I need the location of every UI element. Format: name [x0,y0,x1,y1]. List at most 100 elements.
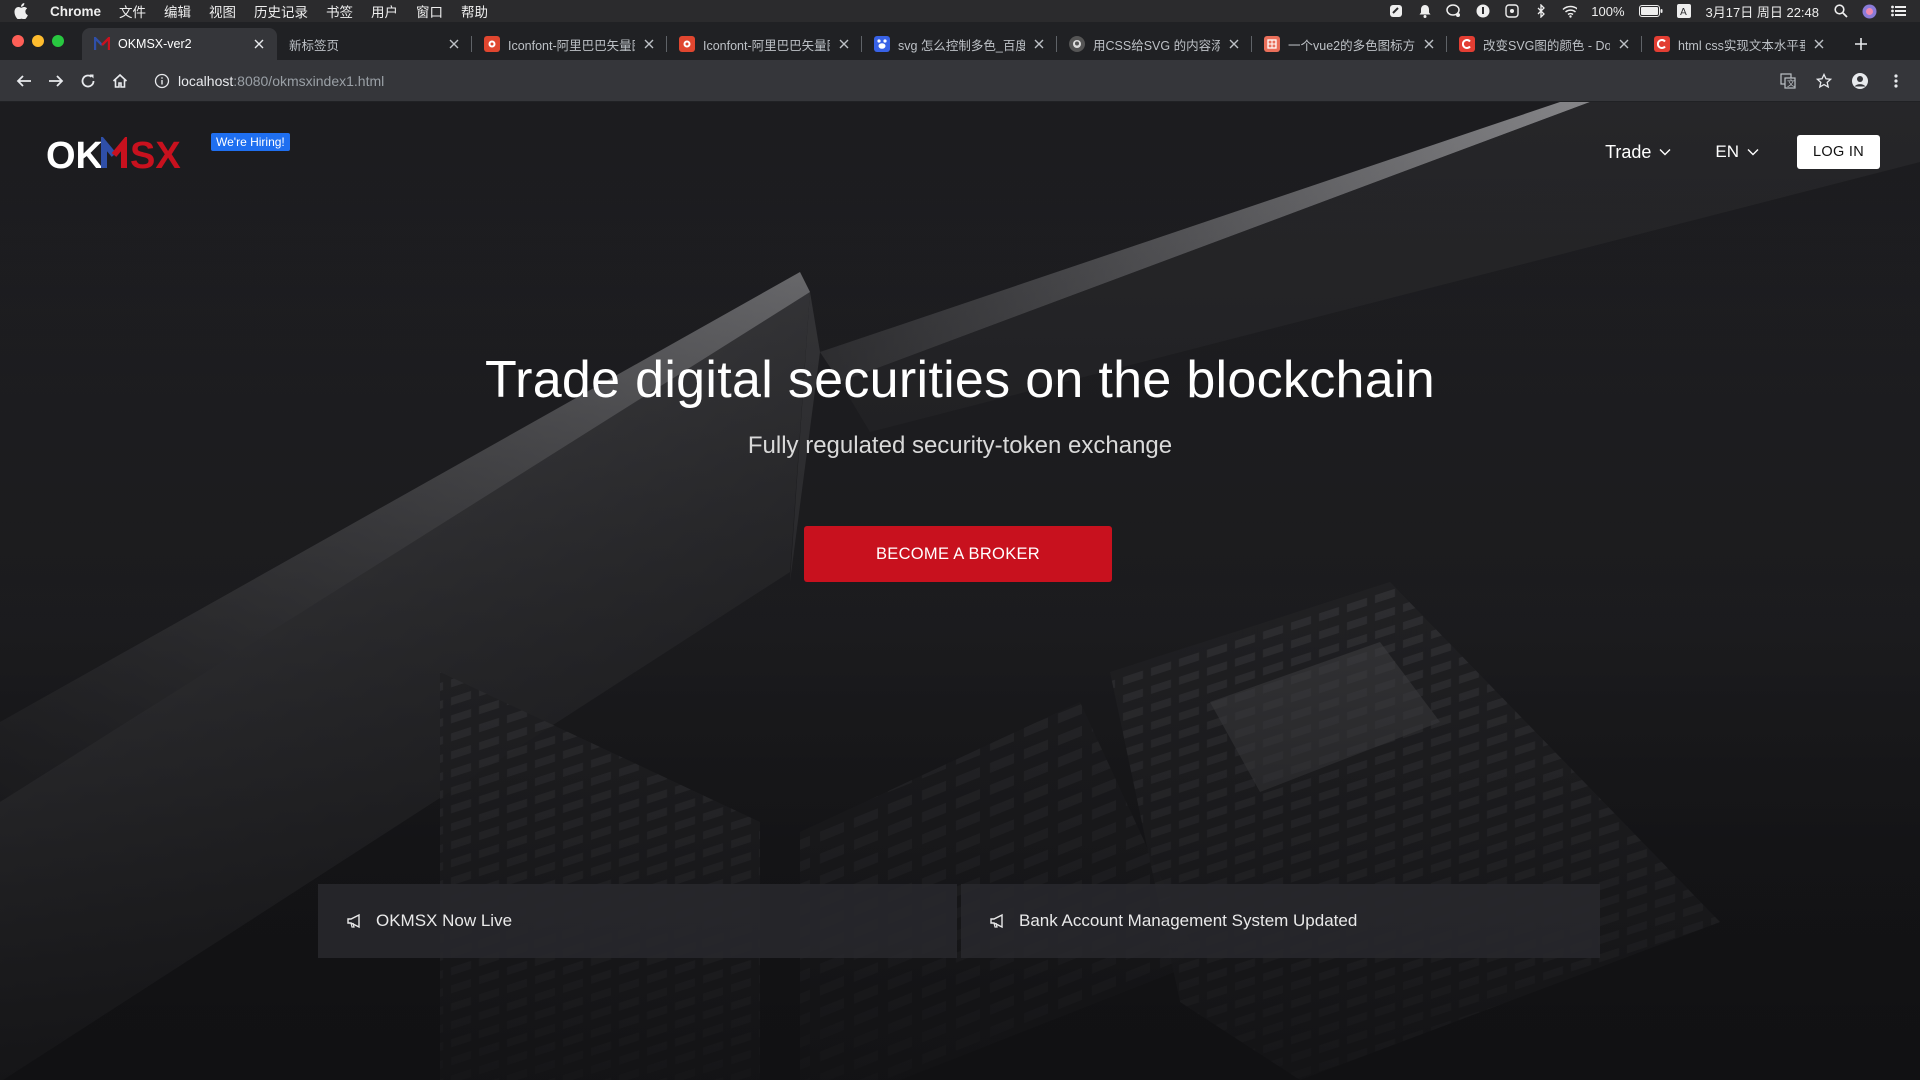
bluetooth-icon[interactable] [1533,4,1548,19]
menu-help[interactable]: 帮助 [461,1,488,21]
info-circle-icon[interactable] [1475,4,1490,19]
home-button[interactable] [104,65,136,97]
translate-button[interactable]: 文 [1772,65,1804,97]
reload-icon [81,74,95,87]
announcement-item[interactable]: OKMSX Now Live [318,884,957,958]
clock[interactable]: 3月17日 周日 22:48 [1706,2,1819,21]
trade-label: Trade [1605,141,1652,162]
menu-window[interactable]: 窗口 [416,1,443,21]
bell-icon[interactable] [1417,4,1432,19]
kebab-menu-icon [1894,73,1898,88]
apple-icon[interactable] [14,3,28,19]
back-button[interactable] [8,65,40,97]
home-icon [112,73,128,88]
window-controls [0,22,82,60]
macos-menu-bar: Chrome 文件 编辑 视图 历史记录 书签 用户 窗口 帮助 100% A … [0,0,1920,22]
tab-title: html css实现文本水平垂直 [1678,38,1805,53]
page-viewport: OK SX We're Hiring! Trade EN LOG IN Trad… [0,102,1920,1080]
tab-title: 改变SVG图的颜色 - Doc [1483,38,1610,53]
minimize-window-button[interactable] [32,35,44,47]
battery-icon[interactable] [1638,4,1663,19]
tab-baidu[interactable]: svg 怎么控制多色_百度 [862,28,1057,60]
tab-csdn-1[interactable]: 改变SVG图的颜色 - Doc [1447,28,1642,60]
tab-close-icon[interactable] [641,36,657,52]
tab-close-icon[interactable] [1226,36,1242,52]
info-icon [154,73,170,88]
tab-title: Iconfont-阿里巴巴矢量图 [508,38,635,53]
menu-file[interactable]: 文件 [119,1,146,21]
trade-menu[interactable]: Trade [1605,142,1671,163]
menu-history[interactable]: 历史记录 [254,1,308,21]
svg-text:A: A [1680,7,1687,18]
menu-people[interactable]: 用户 [371,1,398,21]
okmsx-favicon-icon [94,36,110,52]
arrow-right-icon [49,74,64,87]
wifi-icon[interactable] [1562,4,1578,19]
input-method-icon[interactable]: A [1677,4,1692,19]
hero-headline: Trade digital securities on the blockcha… [484,351,1436,409]
tab-jianshu[interactable]: 一个vue2的多色图标方案 [1252,28,1447,60]
tab-okmsx[interactable]: OKMSX-ver2 [82,28,277,60]
csdn-favicon-icon [1654,36,1670,52]
address-bar[interactable]: localhost:8080/okmsxindex1.html [144,66,1764,96]
become-broker-button[interactable]: BECOME A BROKER [804,526,1112,582]
svg-text:SX: SX [130,137,181,171]
okmsx-logo[interactable]: OK SX [46,134,196,174]
tab-iconfont-1[interactable]: Iconfont-阿里巴巴矢量图 [472,28,667,60]
tab-title: Iconfont-阿里巴巴矢量图 [703,38,830,53]
tab-close-icon[interactable] [1811,36,1827,52]
spotlight-search-icon[interactable] [1833,4,1848,19]
login-button[interactable]: LOG IN [1797,135,1880,169]
menu-app-name[interactable]: Chrome [50,4,101,19]
tab-close-icon[interactable] [1031,36,1047,52]
tab-new-tab[interactable]: 新标签页 [277,28,472,60]
chevron-down-icon [1659,149,1671,156]
zoom-window-button[interactable] [52,35,64,47]
tab-title: 用CSS给SVG 的内容添加 [1093,38,1220,53]
site-header: OK SX We're Hiring! Trade EN LOG IN [0,102,1920,202]
tab-close-icon[interactable] [836,36,852,52]
profile-button[interactable] [1844,65,1876,97]
megaphone-icon [347,913,360,929]
notification-list-icon[interactable] [1891,4,1906,19]
reload-button[interactable] [72,65,104,97]
menu-bookmarks[interactable]: 书签 [326,1,353,21]
account-icon [1852,72,1868,89]
hero-subheadline: Fully regulated security-token exchange [747,432,1173,459]
status-app-icon[interactable] [1388,4,1403,19]
tab-close-icon[interactable] [1616,36,1632,52]
announcement-title: Bank Account Management System Updated [1019,911,1358,930]
close-window-button[interactable] [12,35,24,47]
tab-close-icon[interactable] [446,36,462,52]
menu-edit[interactable]: 编辑 [164,1,191,21]
tab-github[interactable]: 用CSS给SVG 的内容添加 [1057,28,1252,60]
battery-percent: 100% [1591,3,1625,19]
tab-title: svg 怎么控制多色_百度 [898,38,1025,53]
tab-iconfont-2[interactable]: Iconfont-阿里巴巴矢量图 [667,28,862,60]
arrow-left-icon [16,74,31,87]
chat-icon[interactable] [1446,4,1461,19]
menu-view[interactable]: 视图 [209,1,236,21]
github-favicon-icon [1069,36,1085,52]
network-icon[interactable] [1504,4,1519,19]
jianshu-favicon-icon [1264,36,1280,52]
tab-close-icon[interactable] [251,36,267,52]
chrome-menu-button[interactable] [1880,65,1912,97]
translate-icon: 文 [1780,72,1796,89]
siri-icon[interactable] [1862,4,1877,19]
iconfont-favicon-icon [484,36,500,52]
hiring-badge[interactable]: We're Hiring! [211,133,290,151]
header-nav: Trade EN LOG IN [1605,135,1880,169]
announcement-item[interactable]: Bank Account Management System Updated [961,884,1600,958]
plus-icon [1855,38,1867,50]
language-menu[interactable]: EN [1715,142,1759,162]
star-icon [1816,72,1832,88]
bookmark-star-button[interactable] [1808,65,1840,97]
url-host: localhost [178,72,234,89]
language-label: EN [1715,142,1740,161]
tab-close-icon[interactable] [1421,36,1437,52]
new-tab-button[interactable] [1845,28,1877,60]
tab-csdn-2[interactable]: html css实现文本水平垂直 [1642,28,1837,60]
forward-button[interactable] [40,65,72,97]
announcements-bar: OKMSX Now Live Bank Account Management S… [318,884,1600,958]
